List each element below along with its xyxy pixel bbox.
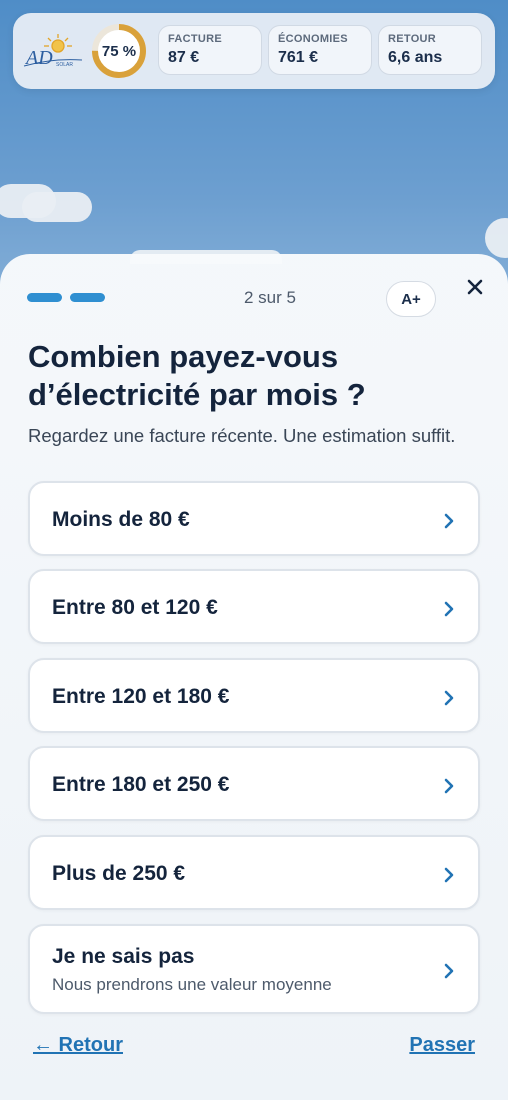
option-label: Moins de 80 € bbox=[52, 508, 190, 531]
stat-value: 87 € bbox=[168, 49, 200, 66]
option-180-250[interactable]: Entre 180 et 250 € bbox=[28, 746, 480, 821]
completion-percent: 75 % bbox=[101, 42, 137, 60]
option-80-120[interactable]: Entre 80 et 120 € bbox=[28, 569, 480, 644]
font-size-button[interactable]: A+ bbox=[386, 281, 436, 317]
cloud-decoration bbox=[22, 192, 92, 222]
stat-label: RETOUR bbox=[388, 33, 437, 45]
svg-text:SOLAR: SOLAR bbox=[56, 62, 73, 68]
skip-link[interactable]: Passer bbox=[409, 1034, 475, 1057]
step-progress bbox=[27, 293, 105, 302]
chevron-right-icon bbox=[444, 601, 454, 617]
chevron-right-icon bbox=[444, 513, 454, 529]
company-logo: AD SOLAR bbox=[23, 34, 83, 69]
option-label: Entre 80 et 120 € bbox=[52, 596, 218, 619]
question-title: Combien payez-vous d’électricité par moi… bbox=[28, 339, 366, 412]
option-label: Je ne sais pas bbox=[52, 945, 195, 968]
stat-retour: RETOUR 6,6 ans bbox=[378, 25, 482, 75]
chevron-right-icon bbox=[444, 867, 454, 883]
option-dont-know[interactable]: Je ne sais pas Nous prendrons une valeur… bbox=[28, 924, 480, 1014]
stat-value: 6,6 ans bbox=[388, 49, 443, 66]
stat-facture: FACTURE 87 € bbox=[158, 25, 262, 75]
stat-value: 761 € bbox=[278, 49, 319, 66]
progress-segment bbox=[27, 293, 62, 302]
back-link[interactable]: ← Retour bbox=[33, 1034, 123, 1057]
chevron-right-icon bbox=[444, 963, 454, 979]
option-label: Plus de 250 € bbox=[52, 862, 186, 885]
step-counter: 2 sur 5 bbox=[244, 288, 296, 307]
svg-text:AD: AD bbox=[24, 47, 53, 69]
close-icon bbox=[467, 279, 483, 295]
option-under-80[interactable]: Moins de 80 € bbox=[28, 481, 480, 556]
option-120-180[interactable]: Entre 120 et 180 € bbox=[28, 658, 480, 733]
stat-label: ÉCONOMIES bbox=[278, 33, 348, 45]
option-description: Nous prendrons une valeur moyenne bbox=[52, 975, 332, 994]
progress-segment bbox=[70, 293, 105, 302]
stat-label: FACTURE bbox=[168, 33, 223, 45]
option-label: Entre 120 et 180 € bbox=[52, 685, 230, 708]
stat-economies: ÉCONOMIES 761 € bbox=[268, 25, 372, 75]
chevron-right-icon bbox=[444, 778, 454, 794]
close-button[interactable] bbox=[463, 275, 487, 299]
question-subtitle: Regardez une facture récente. Une estima… bbox=[28, 425, 456, 446]
chevron-right-icon bbox=[444, 690, 454, 706]
option-label: Entre 180 et 250 € bbox=[52, 773, 230, 796]
cloud-decoration bbox=[485, 218, 508, 258]
option-over-250[interactable]: Plus de 250 € bbox=[28, 835, 480, 910]
